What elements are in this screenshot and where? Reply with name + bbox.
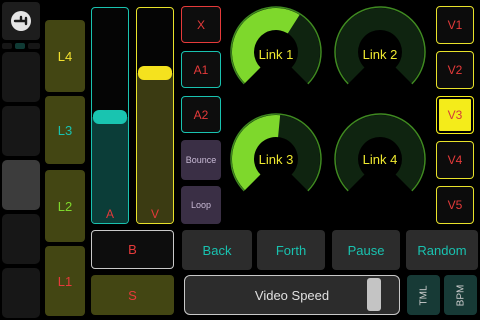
fader-v-fill	[137, 72, 173, 223]
connection-plug-icon	[11, 11, 31, 31]
v3-button[interactable]: V3	[436, 96, 474, 134]
x-label: X	[196, 17, 205, 32]
v1-label: V1	[447, 18, 463, 32]
v3-label: V3	[447, 108, 463, 122]
side-pad-3[interactable]	[2, 160, 40, 210]
side-pad-2[interactable]	[2, 106, 40, 156]
knob-link-1[interactable]	[230, 6, 322, 85]
b-button[interactable]: B	[91, 230, 174, 269]
fader-v[interactable]: V	[136, 7, 174, 224]
knob-link-3-label: Link 3	[258, 152, 294, 167]
loop-button[interactable]: Loop	[181, 186, 221, 224]
tml-button[interactable]: TML	[407, 275, 440, 315]
knob-link-2-label: Link 2	[362, 47, 398, 62]
bounce-button[interactable]: Bounce	[181, 140, 221, 180]
tml-label: TML	[418, 285, 429, 305]
l3-label: L3	[57, 122, 73, 138]
l1-label: L1	[57, 273, 73, 289]
random-button[interactable]: Random	[406, 230, 478, 270]
fader-a-thumb[interactable]	[93, 110, 127, 125]
indicator-mid	[15, 43, 25, 49]
knob-value-arc	[232, 8, 300, 84]
l3-button[interactable]: L3	[45, 96, 85, 164]
knob-link-2[interactable]	[334, 6, 426, 85]
bounce-label: Bounce	[185, 155, 217, 165]
connection-button[interactable]	[2, 2, 40, 40]
video-speed-slider[interactable]: Video Speed	[184, 275, 400, 315]
forth-label: Forth	[275, 242, 307, 258]
indicator-left	[2, 43, 12, 49]
fader-a[interactable]: A	[91, 7, 129, 224]
a2-label: A2	[193, 107, 209, 122]
v4-label: V4	[447, 153, 463, 167]
knob-area	[230, 6, 426, 192]
bpm-button[interactable]: BPM	[444, 275, 477, 315]
fader-a-label: A	[105, 207, 114, 221]
l1-button[interactable]: L1	[45, 246, 85, 316]
fader-v-label: V	[150, 207, 159, 221]
bpm-label: BPM	[454, 284, 466, 306]
x-button[interactable]: X	[181, 6, 221, 43]
loop-label: Loop	[190, 200, 212, 210]
back-button[interactable]: Back	[182, 230, 252, 270]
l4-label: L4	[57, 48, 73, 64]
side-pad-4[interactable]	[2, 214, 40, 264]
l2-button[interactable]: L2	[45, 170, 85, 242]
l2-label: L2	[57, 198, 73, 214]
side-pad-1[interactable]	[2, 52, 40, 102]
s-label: S	[128, 287, 137, 303]
forth-button[interactable]: Forth	[257, 230, 325, 270]
a1-label: A1	[193, 62, 209, 77]
s-button[interactable]: S	[91, 275, 174, 315]
v5-button[interactable]: V5	[436, 186, 474, 224]
knob-link-4-label: Link 4	[362, 152, 398, 167]
v2-label: V2	[447, 63, 463, 77]
l4-button[interactable]: L4	[45, 20, 85, 92]
video-speed-thumb[interactable]	[367, 278, 382, 311]
a1-button[interactable]: A1	[181, 51, 221, 88]
knob-link-1-label: Link 1	[258, 47, 294, 62]
v4-button[interactable]: V4	[436, 141, 474, 179]
indicator-right	[28, 43, 40, 49]
pause-label: Pause	[347, 242, 385, 258]
pause-button[interactable]: Pause	[332, 230, 400, 270]
side-pad-5[interactable]	[2, 268, 40, 318]
v2-button[interactable]: V2	[436, 51, 474, 89]
back-label: Back	[202, 242, 232, 258]
v5-label: V5	[447, 198, 463, 212]
random-label: Random	[417, 242, 467, 258]
a2-button[interactable]: A2	[181, 96, 221, 133]
fader-v-thumb[interactable]	[138, 65, 172, 80]
v1-button[interactable]: V1	[436, 6, 474, 44]
b-label: B	[128, 242, 137, 257]
